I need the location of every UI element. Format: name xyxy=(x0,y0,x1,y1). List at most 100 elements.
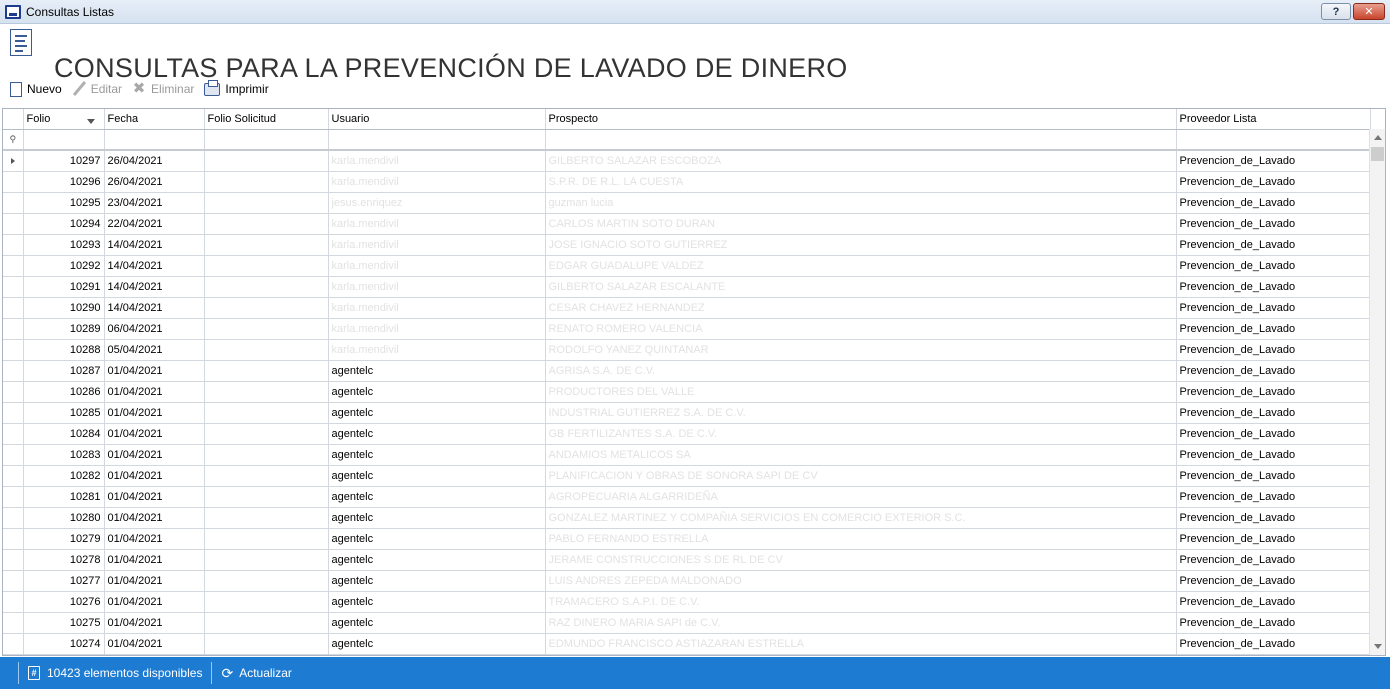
row-indicator[interactable] xyxy=(3,570,24,592)
cell-prospecto[interactable]: AGRISA S.A. DE C.V. xyxy=(545,360,1177,382)
cell-folio[interactable]: 10284 xyxy=(23,423,105,445)
cell-usuario[interactable]: karla.mendivil xyxy=(328,255,546,277)
cell-usuario[interactable]: agentelc xyxy=(328,381,546,403)
row-indicator[interactable] xyxy=(3,528,24,550)
cell-folio-solicitud[interactable] xyxy=(204,612,329,634)
cell-folio-solicitud[interactable] xyxy=(204,549,329,571)
cell-fecha[interactable]: 06/04/2021 xyxy=(104,318,205,340)
cell-folio[interactable]: 10295 xyxy=(23,192,105,214)
close-button[interactable]: ✕ xyxy=(1353,3,1385,20)
cell-prospecto[interactable]: INDUSTRIAL GUTIERREZ S.A. DE C.V. xyxy=(545,402,1177,424)
vertical-scrollbar[interactable] xyxy=(1369,129,1385,655)
cell-proveedor-lista[interactable]: Prevencion_de_Lavado xyxy=(1176,486,1371,508)
cell-fecha[interactable]: 01/04/2021 xyxy=(104,612,205,634)
filter-input-fecha[interactable] xyxy=(104,129,205,151)
row-indicator[interactable] xyxy=(3,507,24,529)
row-indicator[interactable] xyxy=(3,381,24,403)
cell-proveedor-lista[interactable]: Prevencion_de_Lavado xyxy=(1176,297,1371,319)
cell-proveedor-lista[interactable]: Prevencion_de_Lavado xyxy=(1176,423,1371,445)
cell-folio[interactable]: 10279 xyxy=(23,528,105,550)
help-button[interactable]: ? xyxy=(1321,3,1351,20)
cell-fecha[interactable]: 01/04/2021 xyxy=(104,360,205,382)
cell-prospecto[interactable]: RAZ DINERO MARIA SAPI de C.V. xyxy=(545,612,1177,634)
cell-folio[interactable]: 10291 xyxy=(23,276,105,298)
cell-prospecto[interactable]: LUIS ANDRES ZEPEDA MALDONADO xyxy=(545,570,1177,592)
cell-prospecto[interactable]: JOSE IGNACIO SOTO GUTIERREZ xyxy=(545,234,1177,256)
new-button[interactable]: Nuevo xyxy=(10,81,62,97)
cell-folio-solicitud[interactable] xyxy=(204,381,329,403)
filter-input-proveedor[interactable] xyxy=(1176,129,1371,151)
table-row[interactable]: 10297 26/04/2021 karla.mendivil GILBERTO SA… xyxy=(3,150,1371,172)
table-row[interactable]: 10279 01/04/2021 agentelc PABLO FERNANDO ES… xyxy=(3,528,1371,550)
cell-fecha[interactable]: 14/04/2021 xyxy=(104,276,205,298)
cell-folio-solicitud[interactable] xyxy=(204,150,329,172)
cell-usuario[interactable]: karla.mendivil xyxy=(328,297,546,319)
cell-usuario[interactable]: jesus.enriquez xyxy=(328,192,546,214)
cell-prospecto[interactable]: PLANIFICACION Y OBRAS DE SONORA SAPI DE … xyxy=(545,465,1177,487)
table-row[interactable]: 10280 01/04/2021 agentelc GONZALEZ MARTINEZ… xyxy=(3,507,1371,529)
cell-usuario[interactable]: karla.mendivil xyxy=(328,234,546,256)
cell-folio-solicitud[interactable] xyxy=(204,171,329,193)
cell-fecha[interactable]: 14/04/2021 xyxy=(104,234,205,256)
cell-proveedor-lista[interactable]: Prevencion_de_Lavado xyxy=(1176,570,1371,592)
cell-folio[interactable]: 10294 xyxy=(23,213,105,235)
cell-folio-solicitud[interactable] xyxy=(204,276,329,298)
cell-fecha[interactable]: 01/04/2021 xyxy=(104,444,205,466)
cell-fecha[interactable]: 26/04/2021 xyxy=(104,150,205,172)
cell-proveedor-lista[interactable]: Prevencion_de_Lavado xyxy=(1176,507,1371,529)
cell-proveedor-lista[interactable]: Prevencion_de_Lavado xyxy=(1176,171,1371,193)
cell-prospecto[interactable]: S.P.R. DE R.L. LA CUESTA xyxy=(545,171,1177,193)
cell-folio-solicitud[interactable] xyxy=(204,192,329,214)
cell-prospecto[interactable]: ANDAMIOS METALICOS SA xyxy=(545,444,1177,466)
cell-folio[interactable]: 10287 xyxy=(23,360,105,382)
edit-button[interactable]: Editar xyxy=(72,81,122,97)
table-row[interactable]: 10284 01/04/2021 agentelc GB FERTILIZANTES … xyxy=(3,423,1371,445)
cell-folio-solicitud[interactable] xyxy=(204,570,329,592)
row-indicator[interactable] xyxy=(3,486,24,508)
row-indicator[interactable] xyxy=(3,276,24,298)
cell-fecha[interactable]: 01/04/2021 xyxy=(104,465,205,487)
column-header-prospecto[interactable]: Prospecto xyxy=(545,109,1177,130)
cell-prospecto[interactable]: RODOLFO YANEZ QUINTANAR xyxy=(545,339,1177,361)
cell-prospecto[interactable]: AGROPECUARIA ALGARRIDEÑA xyxy=(545,486,1177,508)
scrollbar-thumb[interactable] xyxy=(1371,147,1384,161)
cell-folio[interactable]: 10289 xyxy=(23,318,105,340)
cell-usuario[interactable]: karla.mendivil xyxy=(328,171,546,193)
cell-usuario[interactable]: agentelc xyxy=(328,465,546,487)
cell-folio-solicitud[interactable] xyxy=(204,255,329,277)
cell-folio-solicitud[interactable] xyxy=(204,528,329,550)
table-row[interactable]: 10282 01/04/2021 agentelc PLANIFICACION Y O… xyxy=(3,465,1371,487)
column-header-usuario[interactable]: Usuario xyxy=(328,109,546,130)
table-row[interactable]: 10290 14/04/2021 karla.mendivil CESAR CHAVE… xyxy=(3,297,1371,319)
cell-proveedor-lista[interactable]: Prevencion_de_Lavado xyxy=(1176,339,1371,361)
cell-prospecto[interactable]: JERAME CONSTRUCCIONES S DE RL DE CV xyxy=(545,549,1177,571)
cell-proveedor-lista[interactable]: Prevencion_de_Lavado xyxy=(1176,402,1371,424)
row-indicator[interactable] xyxy=(3,297,24,319)
cell-fecha[interactable]: 01/04/2021 xyxy=(104,549,205,571)
cell-proveedor-lista[interactable]: Prevencion_de_Lavado xyxy=(1176,591,1371,613)
refresh-button[interactable]: ⟳ Actualizar xyxy=(221,666,291,680)
cell-folio-solicitud[interactable] xyxy=(204,213,329,235)
cell-prospecto[interactable]: GILBERTO SALAZAR ESCOBOZA xyxy=(545,150,1177,172)
cell-prospecto[interactable]: PABLO FERNANDO ESTRELLA xyxy=(545,528,1177,550)
table-row[interactable]: 10293 14/04/2021 karla.mendivil JOSE IGNACI… xyxy=(3,234,1371,256)
table-row[interactable]: 10275 01/04/2021 agentelc RAZ DINERO MARIA … xyxy=(3,612,1371,634)
cell-fecha[interactable]: 01/04/2021 xyxy=(104,591,205,613)
row-indicator[interactable] xyxy=(3,633,24,655)
filter-input-usuario[interactable] xyxy=(328,129,546,151)
cell-proveedor-lista[interactable]: Prevencion_de_Lavado xyxy=(1176,444,1371,466)
cell-folio-solicitud[interactable] xyxy=(204,423,329,445)
cell-prospecto[interactable]: PRODUCTORES DEL VALLE xyxy=(545,381,1177,403)
cell-folio-solicitud[interactable] xyxy=(204,339,329,361)
cell-prospecto[interactable]: GB FERTILIZANTES S.A. DE C.V. xyxy=(545,423,1177,445)
table-row[interactable]: 10289 06/04/2021 karla.mendivil RENATO ROME… xyxy=(3,318,1371,340)
cell-folio[interactable]: 10275 xyxy=(23,612,105,634)
cell-proveedor-lista[interactable]: Prevencion_de_Lavado xyxy=(1176,318,1371,340)
cell-proveedor-lista[interactable]: Prevencion_de_Lavado xyxy=(1176,213,1371,235)
delete-button[interactable]: ✖ Eliminar xyxy=(132,81,195,97)
table-row[interactable]: 10296 26/04/2021 karla.mendivil S.P.R. DE R… xyxy=(3,171,1371,193)
cell-folio[interactable]: 10278 xyxy=(23,549,105,571)
table-row[interactable]: 10285 01/04/2021 agentelc INDUSTRIAL GUTIER… xyxy=(3,402,1371,424)
cell-prospecto[interactable]: RENATO ROMERO VALENCIA xyxy=(545,318,1177,340)
column-header-proveedor-lista[interactable]: Proveedor Lista xyxy=(1176,109,1371,130)
